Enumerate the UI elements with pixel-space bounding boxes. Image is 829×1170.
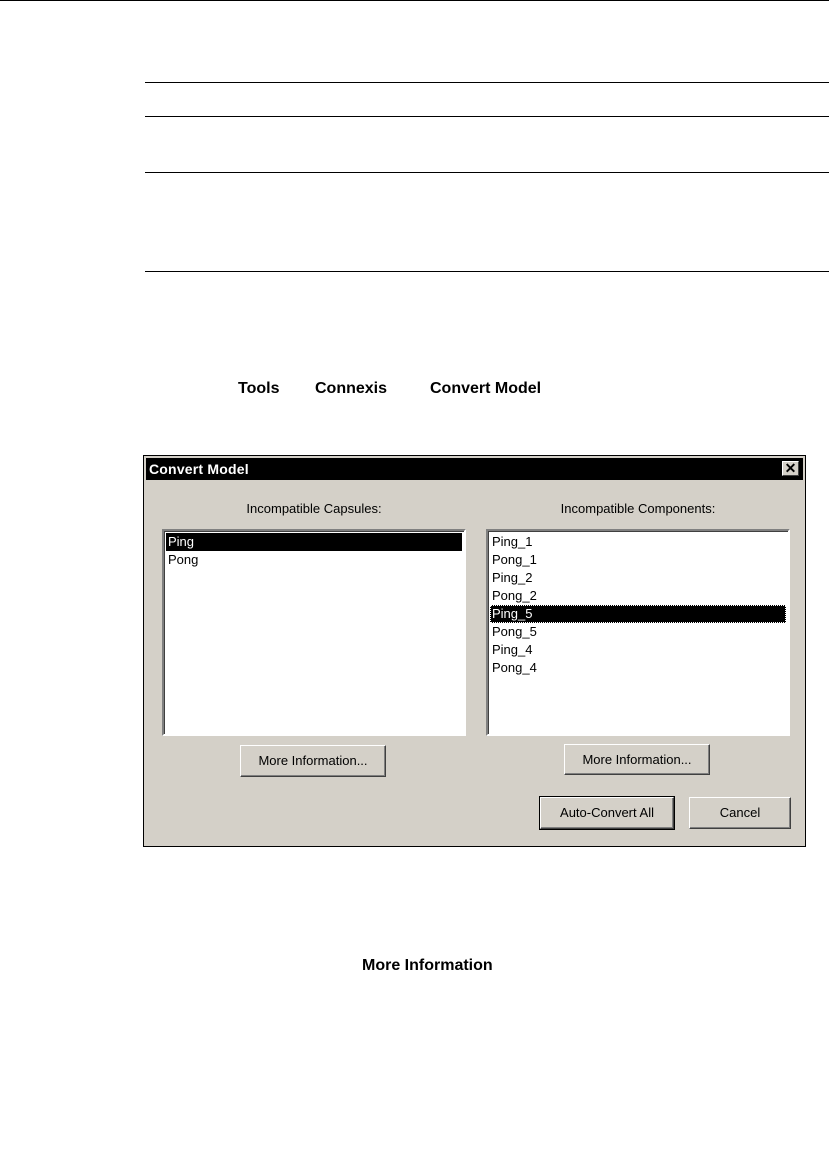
table-rule <box>145 271 829 272</box>
list-item[interactable]: Ping <box>166 533 462 551</box>
more-information-heading: More Information <box>362 957 493 974</box>
menu-path-convert-model: Convert Model <box>430 380 542 397</box>
page-top-rule <box>0 0 829 1</box>
capsules-listbox[interactable]: Ping Pong <box>162 529 466 736</box>
menu-path-text: Tools Connexis Convert Model <box>238 380 541 398</box>
menu-path-tools: Tools <box>238 380 280 397</box>
list-item[interactable]: Pong_1 <box>490 551 786 569</box>
list-item[interactable]: Pong <box>166 551 462 569</box>
list-item[interactable]: Pong_2 <box>490 587 786 605</box>
capsules-list: Ping Pong <box>166 533 462 569</box>
close-icon[interactable]: ✕ <box>782 461 799 476</box>
dialog-titlebar[interactable]: Convert Model ✕ <box>146 458 803 480</box>
list-item[interactable]: Pong_4 <box>490 659 786 677</box>
list-item[interactable]: Ping_4 <box>490 641 786 659</box>
auto-convert-all-button[interactable]: Auto-Convert All <box>539 796 675 830</box>
list-item[interactable]: Ping_5 <box>490 605 786 623</box>
table-rule <box>145 116 829 117</box>
list-item[interactable]: Pong_5 <box>490 623 786 641</box>
components-listbox[interactable]: Ping_1 Pong_1 Ping_2 Pong_2 Ping_5 Pong_5 Ping… <box>486 529 790 736</box>
list-item[interactable]: Ping_1 <box>490 533 786 551</box>
menu-path-connexis: Connexis <box>315 380 388 397</box>
list-item[interactable]: Ping_2 <box>490 569 786 587</box>
incompatible-capsules-label: Incompatible Capsules: <box>246 501 382 516</box>
dialog-title: Convert Model <box>149 461 249 477</box>
incompatible-components-label: Incompatible Components: <box>560 501 716 516</box>
capsules-more-information-button[interactable]: More Information... <box>240 745 386 777</box>
cancel-button[interactable]: Cancel <box>689 797 791 829</box>
components-more-information-button[interactable]: More Information... <box>564 744 710 775</box>
table-rule <box>145 172 829 173</box>
components-list: Ping_1 Pong_1 Ping_2 Pong_2 Ping_5 Pong_5 Ping… <box>490 533 786 677</box>
table-rule <box>145 82 829 83</box>
convert-model-dialog: Convert Model ✕ Incompatible Capsules: I… <box>143 455 806 847</box>
